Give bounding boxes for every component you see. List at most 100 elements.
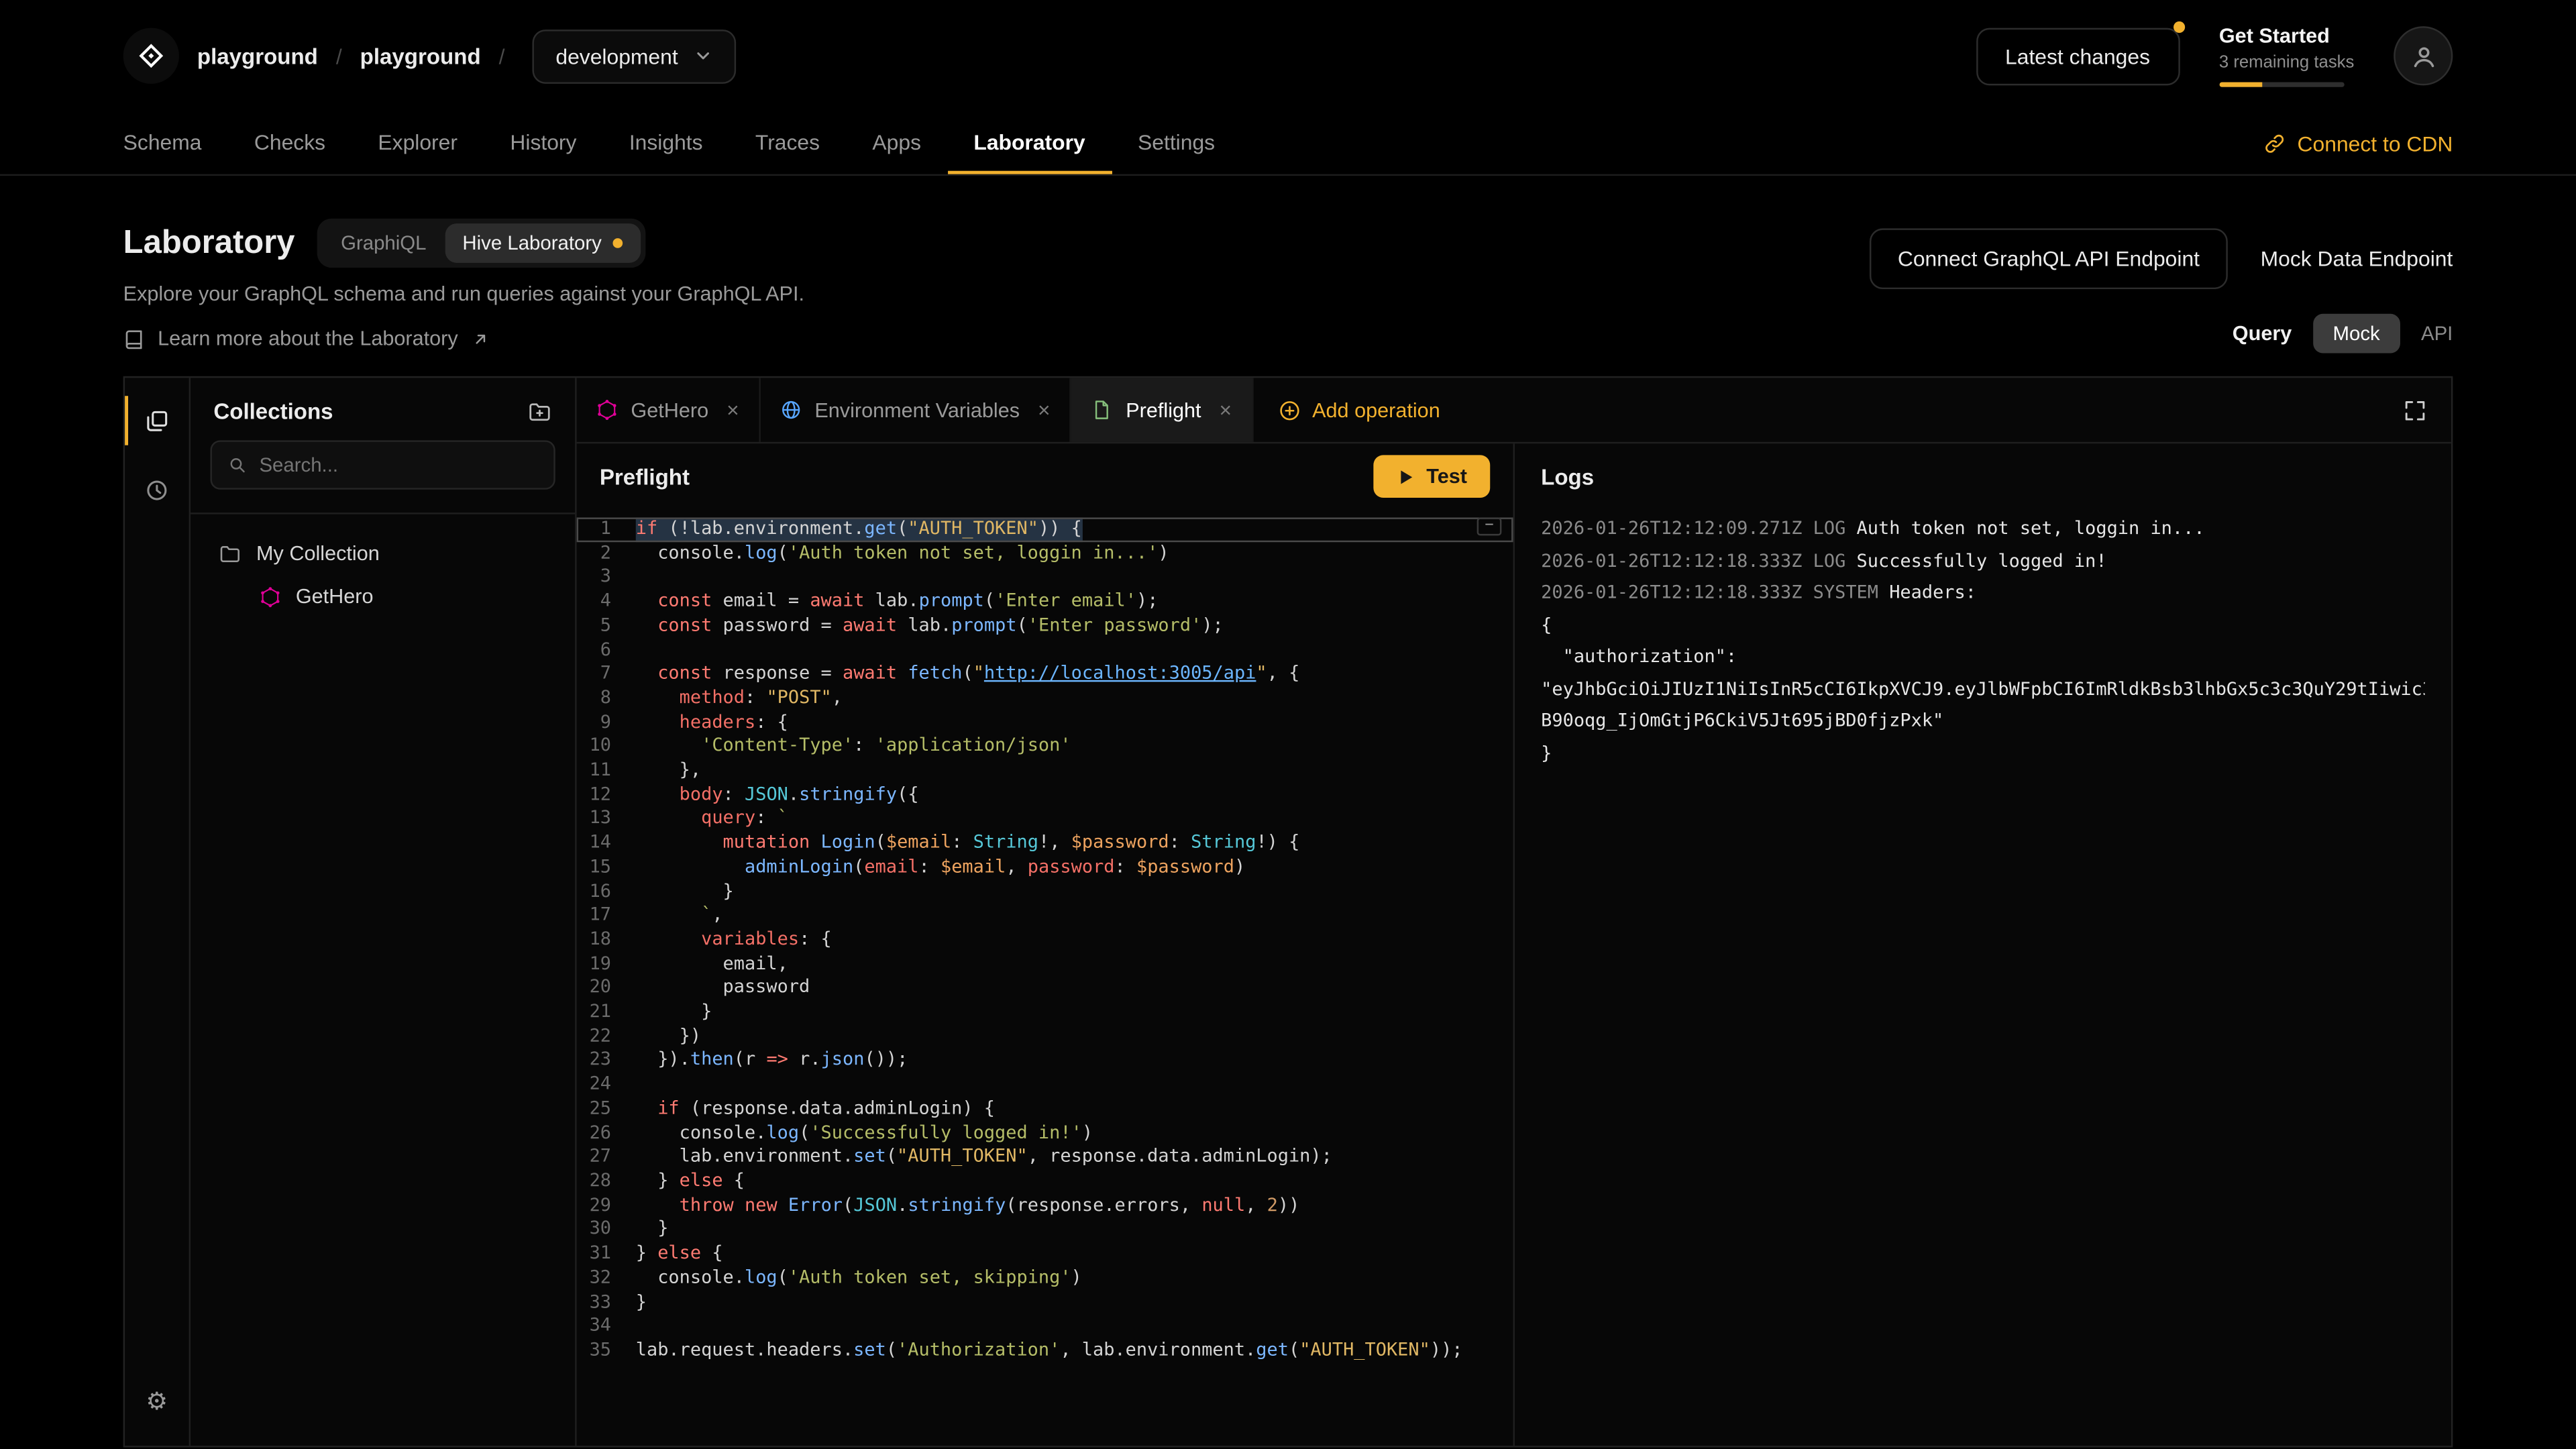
code-line[interactable]: 20 password bbox=[577, 977, 1513, 1001]
laboratory-header: Laboratory GraphiQL Hive Laboratory Expl… bbox=[0, 176, 2576, 353]
close-tab-icon[interactable]: × bbox=[1220, 399, 1232, 421]
code-line[interactable]: 17 `, bbox=[577, 904, 1513, 928]
code-line[interactable]: 33} bbox=[577, 1291, 1513, 1315]
mode-mock-button[interactable]: Mock bbox=[2313, 314, 2400, 354]
code-line[interactable]: 5 const password = await lab.prompt('Ent… bbox=[577, 614, 1513, 638]
nav-tab-schema[interactable]: Schema bbox=[97, 112, 227, 174]
external-link-icon bbox=[471, 329, 489, 347]
tab-preflight[interactable]: Preflight × bbox=[1071, 378, 1252, 442]
code-line[interactable]: 30 } bbox=[577, 1218, 1513, 1242]
folder-plus-icon bbox=[527, 399, 552, 424]
code-line[interactable]: 34 bbox=[577, 1315, 1513, 1339]
nav-tab-checks[interactable]: Checks bbox=[228, 112, 352, 174]
rail-history-button[interactable] bbox=[125, 468, 189, 511]
collections-tree: My Collection GetHero bbox=[191, 515, 575, 636]
code-line[interactable]: 15 adminLogin(email: $email, password: $… bbox=[577, 856, 1513, 880]
mock-data-endpoint-button[interactable]: Mock Data Endpoint bbox=[2261, 246, 2453, 271]
nav-tab-history[interactable]: History bbox=[484, 112, 602, 174]
breadcrumb-project[interactable]: playground bbox=[360, 44, 481, 68]
get-started-widget[interactable]: Get Started 3 remaining tasks bbox=[2219, 25, 2355, 87]
code-line[interactable]: 4 const email = await lab.prompt('Enter … bbox=[577, 590, 1513, 614]
code-line[interactable]: 12 body: JSON.stringify({ bbox=[577, 784, 1513, 808]
rail-collections-button[interactable] bbox=[125, 399, 189, 442]
code-line[interactable]: 27 lab.environment.set("AUTH_TOKEN", res… bbox=[577, 1146, 1513, 1170]
breadcrumb-org[interactable]: playground bbox=[197, 44, 318, 68]
close-tab-icon[interactable]: × bbox=[1038, 399, 1051, 421]
nav-tab-insights[interactable]: Insights bbox=[603, 112, 729, 174]
connect-to-cdn-link[interactable]: Connect to CDN bbox=[2265, 112, 2453, 174]
nav-tab-explorer[interactable]: Explorer bbox=[352, 112, 484, 174]
avatar[interactable] bbox=[2394, 26, 2453, 85]
code-line[interactable]: 18 variables: { bbox=[577, 928, 1513, 953]
tab-environment-variables[interactable]: Environment Variables × bbox=[761, 378, 1072, 442]
toggle-graphiql[interactable]: GraphiQL bbox=[323, 223, 444, 263]
code-line[interactable]: 2 console.log('Auth token not set, loggi… bbox=[577, 541, 1513, 566]
toggle-hive-laboratory[interactable]: Hive Laboratory bbox=[444, 223, 641, 263]
test-button[interactable]: Test bbox=[1374, 455, 1490, 498]
link-icon bbox=[2265, 132, 2286, 154]
fullscreen-button[interactable] bbox=[2379, 378, 2451, 442]
code-line[interactable]: 13 query: ` bbox=[577, 808, 1513, 832]
code-line[interactable]: 8 method: "POST", bbox=[577, 686, 1513, 710]
collections-search[interactable] bbox=[210, 440, 555, 489]
code-line[interactable]: 10 'Content-Type': 'application/json' bbox=[577, 735, 1513, 759]
logs-title: Logs bbox=[1515, 443, 2451, 509]
code-line[interactable]: 14 mutation Login($email: String!, $pass… bbox=[577, 832, 1513, 856]
tab-label: Preflight bbox=[1126, 398, 1201, 421]
connect-endpoint-button[interactable]: Connect GraphQL API Endpoint bbox=[1870, 228, 2227, 289]
code-line[interactable]: 1if (!lab.environment.get("AUTH_TOKEN"))… bbox=[577, 517, 1513, 541]
add-operation-button[interactable]: Add operation bbox=[1253, 378, 1465, 442]
nav-tab-laboratory[interactable]: Laboratory bbox=[947, 112, 1112, 174]
target-selector[interactable]: development bbox=[533, 29, 735, 83]
code-editor[interactable]: − 1if (!lab.environment.get("AUTH_TOKEN"… bbox=[577, 509, 1513, 1446]
toggle-hive-label: Hive Laboratory bbox=[462, 231, 601, 254]
close-tab-icon[interactable]: × bbox=[727, 399, 739, 421]
nav-tab-apps[interactable]: Apps bbox=[846, 112, 947, 174]
get-started-progress-bar bbox=[2219, 82, 2344, 87]
laboratory-workspace: ⚙ Collections bbox=[123, 376, 2453, 1448]
code-line[interactable]: 3 bbox=[577, 566, 1513, 590]
collapse-icon[interactable]: − bbox=[1477, 517, 1502, 535]
tab-label: GetHero bbox=[631, 398, 708, 421]
plus-circle-icon bbox=[1278, 398, 1301, 421]
code-line[interactable]: 23 }).then(r => r.json()); bbox=[577, 1049, 1513, 1073]
code-line[interactable]: 28 } else { bbox=[577, 1170, 1513, 1194]
tab-gethero[interactable]: GetHero × bbox=[577, 378, 761, 442]
folder-icon bbox=[219, 542, 241, 565]
code-line[interactable]: 6 bbox=[577, 638, 1513, 662]
code-line[interactable]: 19 email, bbox=[577, 953, 1513, 977]
code-line[interactable]: 35lab.request.headers.set('Authorization… bbox=[577, 1339, 1513, 1363]
code-line[interactable]: 31} else { bbox=[577, 1242, 1513, 1267]
learn-more-link[interactable]: Learn more about the Laboratory bbox=[123, 327, 804, 350]
nav-tab-traces[interactable]: Traces bbox=[729, 112, 846, 174]
code-line[interactable]: 11 }, bbox=[577, 759, 1513, 784]
code-line[interactable]: 21 } bbox=[577, 1001, 1513, 1025]
book-icon bbox=[123, 328, 145, 350]
tab-label: Environment Variables bbox=[814, 398, 1020, 421]
breadcrumb-separator: / bbox=[499, 44, 505, 68]
code-lines: 1if (!lab.environment.get("AUTH_TOKEN"))… bbox=[577, 517, 1513, 1362]
tree-item-my-collection[interactable]: My Collection bbox=[204, 532, 562, 575]
tree-item-gethero[interactable]: GetHero bbox=[204, 575, 562, 618]
code-line[interactable]: 26 console.log('Successfully logged in!'… bbox=[577, 1122, 1513, 1146]
learn-more-label: Learn more about the Laboratory bbox=[158, 327, 458, 350]
code-line[interactable]: 16 } bbox=[577, 880, 1513, 904]
rail-settings-button[interactable]: ⚙ bbox=[125, 1380, 189, 1423]
log-entry: { bbox=[1541, 608, 2425, 641]
code-line[interactable]: 9 headers: { bbox=[577, 710, 1513, 735]
mode-api-button[interactable]: API bbox=[2421, 322, 2453, 345]
code-line[interactable]: 29 throw new Error(JSON.stringify(respon… bbox=[577, 1194, 1513, 1218]
code-line[interactable]: 22 }) bbox=[577, 1025, 1513, 1049]
target-name: development bbox=[555, 44, 678, 68]
code-line[interactable]: 25 if (response.data.adminLogin) { bbox=[577, 1097, 1513, 1122]
new-collection-button[interactable] bbox=[527, 399, 552, 424]
hive-logo-icon[interactable] bbox=[123, 28, 179, 84]
nav-tab-settings[interactable]: Settings bbox=[1112, 112, 1241, 174]
log-entry: "authorization": bbox=[1541, 641, 2425, 673]
code-line[interactable]: 24 bbox=[577, 1073, 1513, 1097]
code-line[interactable]: 7 const response = await fetch("http://l… bbox=[577, 662, 1513, 686]
latest-changes-button[interactable]: Latest changes bbox=[1976, 27, 2180, 85]
log-entry: "eyJhbGciOiJIUzI1NiIsInR5cCI6IkpXVCJ9.ey… bbox=[1541, 673, 2425, 705]
code-line[interactable]: 32 console.log('Auth token set, skipping… bbox=[577, 1267, 1513, 1291]
search-input[interactable] bbox=[259, 453, 537, 476]
